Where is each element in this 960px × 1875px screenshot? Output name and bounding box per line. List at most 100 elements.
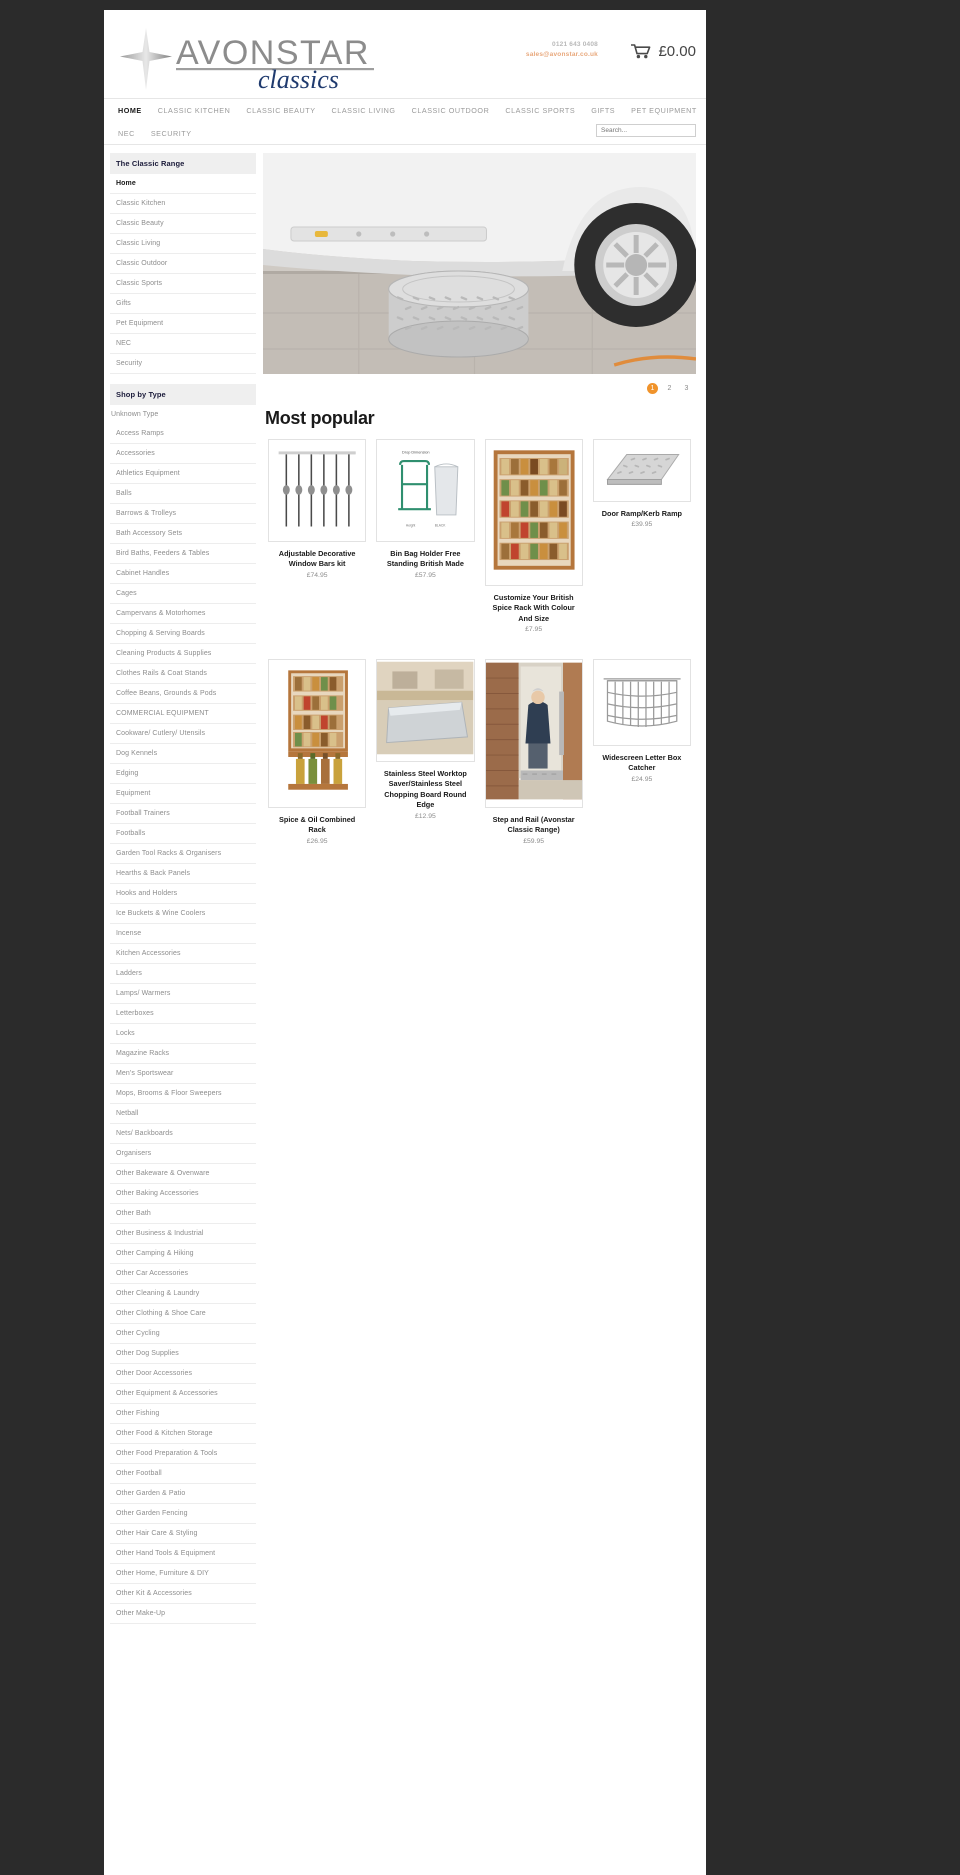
nav-item-nec[interactable]: NEC: [118, 129, 135, 138]
sidebar-type-kitchen-accessories[interactable]: Kitchen Accessories: [110, 944, 256, 964]
sidebar-type-other-food-kitchen-storage[interactable]: Other Food & Kitchen Storage: [110, 1424, 256, 1444]
product-title[interactable]: Door Ramp/Kerb Ramp: [600, 509, 684, 519]
sidebar-type-footballs[interactable]: Footballs: [110, 824, 256, 844]
sidebar-type-other-camping-hiking[interactable]: Other Camping & Hiking: [110, 1244, 256, 1264]
sidebar-type-other-bakeware-ovenware[interactable]: Other Bakeware & Ovenware: [110, 1164, 256, 1184]
sidebar-type-ice-buckets-wine-coolers[interactable]: Ice Buckets & Wine Coolers: [110, 904, 256, 924]
nav-item-gifts[interactable]: GIFTS: [591, 106, 615, 115]
sidebar-item-home[interactable]: Home: [110, 174, 256, 194]
product-image-window-bars[interactable]: [268, 439, 367, 542]
sidebar-type-nets-backboards[interactable]: Nets/ Backboards: [110, 1124, 256, 1144]
sidebar-type-other-cycling[interactable]: Other Cycling: [110, 1324, 256, 1344]
sidebar-type-access-ramps[interactable]: Access Ramps: [110, 424, 256, 444]
nav-item-pet-equipment[interactable]: PET EQUIPMENT: [631, 106, 697, 115]
sidebar-type-mops-brooms-floor-sweepers[interactable]: Mops, Brooms & Floor Sweepers: [110, 1084, 256, 1104]
sidebar-type-other-make-up[interactable]: Other Make-Up: [110, 1604, 256, 1624]
product-title[interactable]: Stainless Steel Worktop Saver/Stainless …: [376, 769, 474, 810]
sidebar-type-bird-baths-feeders-tables[interactable]: Bird Baths, Feeders & Tables: [110, 544, 256, 564]
sidebar-type-other-garden-patio[interactable]: Other Garden & Patio: [110, 1484, 256, 1504]
email-address[interactable]: sales@avonstar.co.uk: [526, 50, 598, 60]
pagination-dot-2[interactable]: 2: [664, 383, 675, 394]
sidebar-type-football-trainers[interactable]: Football Trainers: [110, 804, 256, 824]
sidebar-type-coffee-beans-grounds-pods[interactable]: Coffee Beans, Grounds & Pods: [110, 684, 256, 704]
nav-item-classic-kitchen[interactable]: CLASSIC KITCHEN: [158, 106, 231, 115]
sidebar-type-cages[interactable]: Cages: [110, 584, 256, 604]
sidebar-type-other-bath[interactable]: Other Bath: [110, 1204, 256, 1224]
sidebar-type-barrows-trolleys[interactable]: Barrows & Trolleys: [110, 504, 256, 524]
product-image-spice-rack[interactable]: [484, 439, 583, 586]
product-card[interactable]: Drop Dimension BLACK Height Bin Bag Holde…: [371, 439, 479, 659]
nav-item-home[interactable]: HOME: [118, 106, 142, 115]
product-title[interactable]: Spice & Oil Combined Rack: [268, 815, 366, 836]
sidebar-type-cookware-cutlery-utensils[interactable]: Cookware/ Cutlery/ Utensils: [110, 724, 256, 744]
product-title[interactable]: Widescreen Letter Box Catcher: [593, 753, 691, 774]
sidebar-item-classic-outdoor[interactable]: Classic Outdoor: [110, 254, 256, 274]
product-image-door-ramp[interactable]: [592, 439, 691, 502]
sidebar-type-men-s-sportswear[interactable]: Men's Sportswear: [110, 1064, 256, 1084]
sidebar-type-cleaning-products-supplies[interactable]: Cleaning Products & Supplies: [110, 644, 256, 664]
product-image-worktop-saver[interactable]: [376, 659, 475, 763]
sidebar-type-hooks-and-holders[interactable]: Hooks and Holders: [110, 884, 256, 904]
product-image-letter-box-catcher[interactable]: [592, 659, 691, 747]
site-logo[interactable]: AVONSTAR classics: [120, 26, 378, 92]
sidebar-type-magazine-racks[interactable]: Magazine Racks: [110, 1044, 256, 1064]
product-title[interactable]: Bin Bag Holder Free Standing British Mad…: [376, 549, 474, 570]
pagination-dot-3[interactable]: 3: [681, 383, 692, 394]
sidebar-type-hearths-back-panels[interactable]: Hearths & Back Panels: [110, 864, 256, 884]
sidebar-type-other-home-furniture-diy[interactable]: Other Home, Furniture & DIY: [110, 1564, 256, 1584]
nav-item-classic-sports[interactable]: CLASSIC SPORTS: [505, 106, 575, 115]
sidebar-type-other-hand-tools-equipment[interactable]: Other Hand Tools & Equipment: [110, 1544, 256, 1564]
sidebar-type-balls[interactable]: Balls: [110, 484, 256, 504]
product-card[interactable]: Step and Rail (Avonstar Classic Range) £5…: [480, 659, 588, 871]
search-input[interactable]: [596, 124, 696, 137]
nav-item-classic-outdoor[interactable]: CLASSIC OUTDOOR: [412, 106, 490, 115]
product-title[interactable]: Customize Your British Spice Rack With C…: [485, 593, 583, 624]
sidebar-item-classic-kitchen[interactable]: Classic Kitchen: [110, 194, 256, 214]
sidebar-type-other-baking-accessories[interactable]: Other Baking Accessories: [110, 1184, 256, 1204]
sidebar-type-locks[interactable]: Locks: [110, 1024, 256, 1044]
product-title[interactable]: Step and Rail (Avonstar Classic Range): [485, 815, 583, 836]
product-card[interactable]: Door Ramp/Kerb Ramp £39.95: [588, 439, 696, 659]
nav-item-classic-living[interactable]: CLASSIC LIVING: [332, 106, 396, 115]
sidebar-type-dog-kennels[interactable]: Dog Kennels: [110, 744, 256, 764]
sidebar-item-security[interactable]: Security: [110, 354, 256, 374]
product-image-spice-oil-rack[interactable]: [268, 659, 367, 809]
sidebar-type-other-hair-care-styling[interactable]: Other Hair Care & Styling: [110, 1524, 256, 1544]
sidebar-type-other-equipment-accessories[interactable]: Other Equipment & Accessories: [110, 1384, 256, 1404]
sidebar-type-other-dog-supplies[interactable]: Other Dog Supplies: [110, 1344, 256, 1364]
sidebar-type-other-garden-fencing[interactable]: Other Garden Fencing: [110, 1504, 256, 1524]
product-card[interactable]: Customize Your British Spice Rack With C…: [480, 439, 588, 659]
product-card[interactable]: Adjustable Decorative Window Bars kit £74…: [263, 439, 371, 659]
sidebar-item-unknown-type[interactable]: Unknown Type: [110, 405, 256, 424]
sidebar-type-netball[interactable]: Netball: [110, 1104, 256, 1124]
sidebar-item-gifts[interactable]: Gifts: [110, 294, 256, 314]
product-card[interactable]: Spice & Oil Combined Rack £26.95: [263, 659, 371, 871]
sidebar-type-campervans-motorhomes[interactable]: Campervans & Motorhomes: [110, 604, 256, 624]
sidebar-type-organisers[interactable]: Organisers: [110, 1144, 256, 1164]
sidebar-type-cabinet-handles[interactable]: Cabinet Handles: [110, 564, 256, 584]
sidebar-item-nec[interactable]: NEC: [110, 334, 256, 354]
product-card[interactable]: Stainless Steel Worktop Saver/Stainless …: [371, 659, 479, 871]
nav-item-classic-beauty[interactable]: CLASSIC BEAUTY: [246, 106, 315, 115]
sidebar-type-other-car-accessories[interactable]: Other Car Accessories: [110, 1264, 256, 1284]
sidebar-item-classic-sports[interactable]: Classic Sports: [110, 274, 256, 294]
cart-summary[interactable]: £0.00: [631, 43, 696, 60]
sidebar-type-lamps-warmers[interactable]: Lamps/ Warmers: [110, 984, 256, 1004]
sidebar-type-other-football[interactable]: Other Football: [110, 1464, 256, 1484]
sidebar-type-equipment[interactable]: Equipment: [110, 784, 256, 804]
sidebar-type-other-food-preparation-tools[interactable]: Other Food Preparation & Tools: [110, 1444, 256, 1464]
sidebar-type-accessories[interactable]: Accessories: [110, 444, 256, 464]
sidebar-type-ladders[interactable]: Ladders: [110, 964, 256, 984]
sidebar-item-classic-living[interactable]: Classic Living: [110, 234, 256, 254]
product-card[interactable]: Widescreen Letter Box Catcher £24.95: [588, 659, 696, 871]
sidebar-type-letterboxes[interactable]: Letterboxes: [110, 1004, 256, 1024]
sidebar-type-garden-tool-racks-organisers[interactable]: Garden Tool Racks & Organisers: [110, 844, 256, 864]
sidebar-type-commercial-equipment[interactable]: COMMERCIAL EQUIPMENT: [110, 704, 256, 724]
sidebar-type-athletics-equipment[interactable]: Athletics Equipment: [110, 464, 256, 484]
sidebar-type-edging[interactable]: Edging: [110, 764, 256, 784]
sidebar-type-chopping-serving-boards[interactable]: Chopping & Serving Boards: [110, 624, 256, 644]
sidebar-type-incense[interactable]: Incense: [110, 924, 256, 944]
sidebar-item-classic-beauty[interactable]: Classic Beauty: [110, 214, 256, 234]
product-image-bin-bag-holder[interactable]: Drop Dimension BLACK Height: [376, 439, 475, 542]
sidebar-type-other-clothing-shoe-care[interactable]: Other Clothing & Shoe Care: [110, 1304, 256, 1324]
